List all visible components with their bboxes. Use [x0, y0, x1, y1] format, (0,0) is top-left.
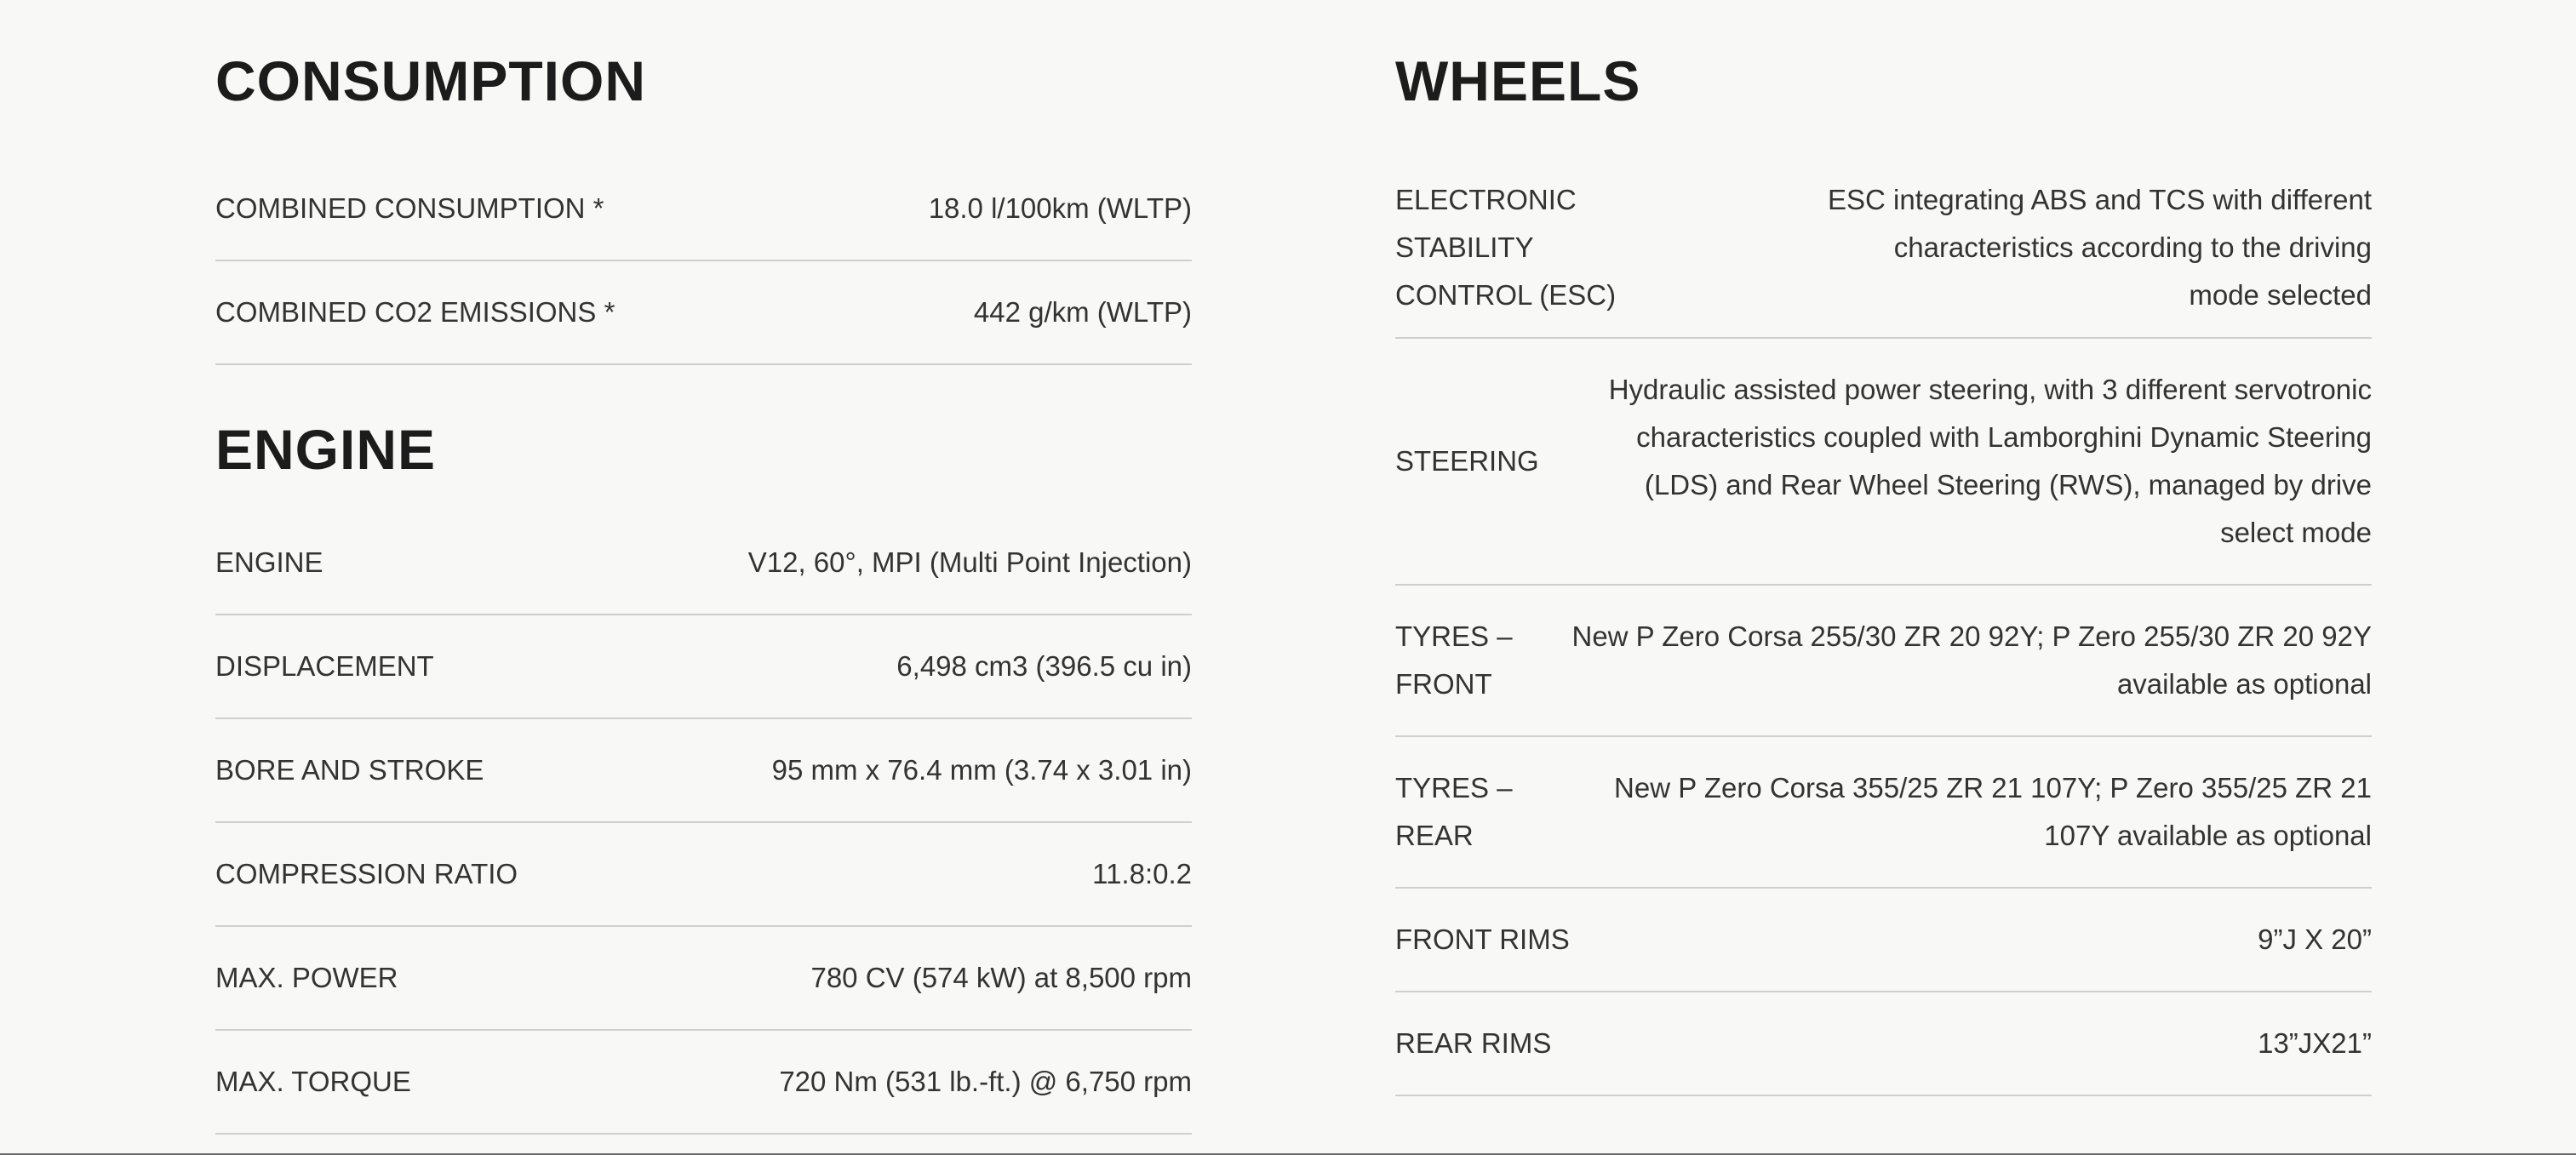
spec-value: 18.0 l/100km (WLTP)	[928, 192, 1192, 224]
engine-heading: ENGINE	[215, 418, 437, 481]
spec-label: TYRES – FRONT	[1395, 620, 1513, 700]
spec-label: COMBINED CO2 EMISSIONS *	[215, 296, 615, 328]
spec-row-rear-rims: REAR RIMS 13”JX21”	[1395, 992, 2372, 1096]
spec-value: V12, 60°, MPI (Multi Point Injection)	[747, 546, 1192, 578]
engine-spec-list: ENGINE V12, 60°, MPI (Multi Point Inject…	[215, 512, 1192, 1135]
spec-value: 95 mm x 76.4 mm (3.74 x 3.01 in)	[771, 754, 1192, 786]
spec-label: BORE AND STROKE	[215, 754, 484, 786]
spec-value: 780 CV (574 kW) at 8,500 rpm	[810, 962, 1192, 993]
spec-value: 9”J X 20”	[2258, 923, 2372, 955]
spec-label: FRONT RIMS	[1395, 923, 1570, 955]
spec-value: 6,498 cm3 (396.5 cu in)	[896, 650, 1192, 682]
spec-label: STEERING	[1395, 445, 1539, 477]
spec-row-max-power: MAX. POWER 780 CV (574 kW) at 8,500 rpm	[215, 927, 1192, 1031]
spec-row-displacement: DISPLACEMENT 6,498 cm3 (396.5 cu in)	[215, 615, 1192, 719]
spec-row-steering: STEERING Hydraulic assisted power steeri…	[1395, 339, 2372, 586]
spec-label: TYRES – REAR	[1395, 772, 1513, 851]
spec-row-combined-consumption: COMBINED CONSUMPTION * 18.0 l/100km (WLT…	[215, 157, 1192, 261]
spec-label: MAX. TORQUE	[215, 1066, 411, 1097]
spec-value: 13”JX21”	[2258, 1027, 2372, 1059]
spec-label: COMPRESSION RATIO	[215, 858, 518, 889]
spec-value: New P Zero Corsa 355/25 ZR 21 107Y; P Ze…	[1614, 772, 2372, 851]
spec-label: DISPLACEMENT	[215, 650, 434, 682]
spec-row-front-rims: FRONT RIMS 9”J X 20”	[1395, 889, 2372, 992]
wheels-heading: WHEELS	[1395, 49, 1641, 112]
spec-row-bore-stroke: BORE AND STROKE 95 mm x 76.4 mm (3.74 x …	[215, 719, 1192, 823]
spec-value: 11.8:0.2	[1092, 858, 1192, 889]
spec-label: MAX. POWER	[215, 962, 398, 993]
spec-label: COMBINED CONSUMPTION *	[215, 192, 604, 224]
spec-value: 720 Nm (531 lb.-ft.) @ 6,750 rpm	[779, 1066, 1192, 1097]
left-column: CONSUMPTION COMBINED CONSUMPTION * 18.0 …	[215, 0, 1192, 1135]
consumption-spec-list: COMBINED CONSUMPTION * 18.0 l/100km (WLT…	[215, 157, 1192, 365]
spec-value: 442 g/km (WLTP)	[973, 296, 1192, 328]
spec-value: Hydraulic assisted power steering, with …	[1608, 374, 2372, 548]
spec-row-tyres-front: TYRES – FRONT New P Zero Corsa 255/30 ZR…	[1395, 586, 2372, 737]
spec-row-compression-ratio: COMPRESSION RATIO 11.8:0.2	[215, 823, 1192, 927]
spec-label: ELECTRONIC STABILITY CONTROL (ESC)	[1395, 183, 1617, 311]
wheels-spec-list: ELECTRONIC STABILITY CONTROL (ESC) ESC i…	[1395, 157, 2372, 1096]
consumption-heading: CONSUMPTION	[215, 49, 646, 112]
right-column: WHEELS ELECTRONIC STABILITY CONTROL (ESC…	[1395, 0, 2372, 1096]
spec-row-engine: ENGINE V12, 60°, MPI (Multi Point Inject…	[215, 512, 1192, 615]
spec-value: New P Zero Corsa 255/30 ZR 20 92Y; P Zer…	[1571, 620, 2373, 700]
spec-row-tyres-rear: TYRES – REAR New P Zero Corsa 355/25 ZR …	[1395, 737, 2372, 889]
spec-value: ESC integrating ABS and TCS with differe…	[1828, 183, 2372, 311]
spec-row-combined-co2: COMBINED CO2 EMISSIONS * 442 g/km (WLTP)	[215, 261, 1192, 365]
spec-label: REAR RIMS	[1395, 1027, 1552, 1059]
spec-label: ENGINE	[215, 546, 323, 578]
spec-row-max-torque: MAX. TORQUE 720 Nm (531 lb.-ft.) @ 6,750…	[215, 1031, 1192, 1135]
spec-row-esc: ELECTRONIC STABILITY CONTROL (ESC) ESC i…	[1395, 157, 2372, 339]
